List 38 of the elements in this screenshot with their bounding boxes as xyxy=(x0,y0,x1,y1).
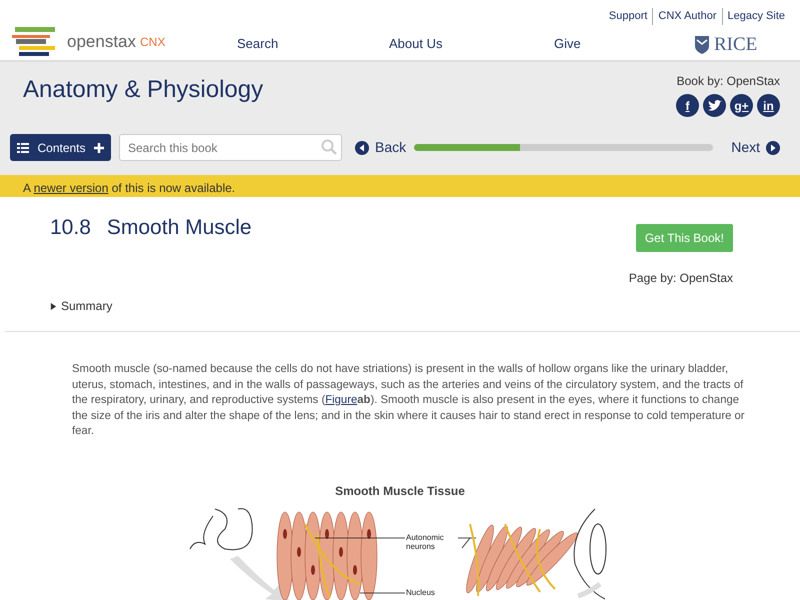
leader-line xyxy=(360,592,406,593)
social-button[interactable]: in xyxy=(757,94,780,117)
right-arrow-circle-icon xyxy=(766,140,780,154)
list-icon xyxy=(17,142,30,152)
section-number: 10.8 xyxy=(50,215,91,241)
shield-icon xyxy=(694,35,710,56)
partner-logo-text[interactable]: RICE xyxy=(714,31,758,60)
notice-text: A newer version of this is now available. xyxy=(23,180,236,197)
bird-icon xyxy=(708,100,722,112)
body-paragraph: Smooth muscle (so-named because the cells do not have striations) is present in the walls of hollow organs like the urinary bladder, uterus, stomach, intestines, and in the walls of passageways, such as the arteries and veins of the circulatory system, and the tracts of the respiratory, urinary, and reproductive systems (Figureab). Smooth muscle is also present in the eyes, where it functions to change the size of the iris and alter the shape of the lens; and in the skin where it causes hair to stand erect in response to cold temperature or fear. xyxy=(71,362,746,439)
summary-toggle[interactable]: Summary xyxy=(50,297,112,315)
search-field[interactable]: Search this book xyxy=(119,134,342,161)
page-byline: Page by: OpenStax xyxy=(628,270,733,287)
social-button[interactable]: g+ xyxy=(730,94,753,117)
plus-icon xyxy=(94,142,104,152)
figure-title: Smooth Muscle Tissue xyxy=(334,482,466,500)
nav-link[interactable]: Search xyxy=(237,34,278,54)
back-link[interactable]: Back xyxy=(355,137,406,158)
nav-link[interactable]: Give xyxy=(554,34,581,54)
book-byline: Book by: OpenStax xyxy=(676,73,780,90)
caret-right-icon xyxy=(50,302,57,310)
nav-link[interactable]: About Us xyxy=(389,34,442,54)
figure-label: Autonomic neurons xyxy=(406,532,445,550)
top-link[interactable]: Support xyxy=(604,8,652,24)
section-title: Smooth Muscle xyxy=(106,215,252,241)
figure-label: Nucleus xyxy=(406,588,435,596)
logo-text[interactable]: openstax xyxy=(67,29,136,55)
book-title: Anatomy & Physiology xyxy=(23,75,264,105)
social-button[interactable] xyxy=(703,94,726,117)
contents-button[interactable]: Contents xyxy=(10,134,111,161)
figure-link[interactable]: Figure xyxy=(325,394,358,406)
top-link[interactable]: Legacy Site xyxy=(722,8,790,24)
social-button[interactable]: f xyxy=(676,94,699,117)
newer-version-link[interactable]: newer version xyxy=(34,181,108,195)
next-link[interactable]: Next xyxy=(731,137,780,158)
leader-line xyxy=(458,537,476,548)
top-link[interactable]: CNX Author xyxy=(652,8,722,24)
left-arrow-circle-icon xyxy=(355,140,369,154)
